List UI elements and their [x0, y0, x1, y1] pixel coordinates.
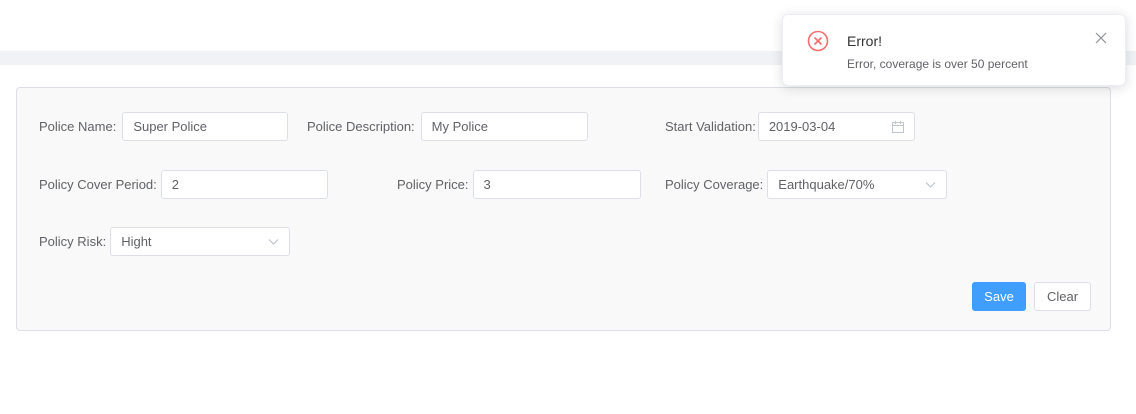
policy-risk-select[interactable]: Hight — [110, 227, 291, 256]
police-name-input[interactable]: Super Police — [122, 112, 289, 141]
police-description-value: My Police — [431, 119, 489, 134]
policy-form: Police Name: Super Police Police Descrip… — [16, 87, 1111, 331]
police-description-input[interactable]: My Police — [420, 112, 588, 141]
start-validation-value: 2019-03-04 — [768, 119, 836, 134]
policy-cover-period-value: 2 — [171, 177, 180, 192]
policy-cover-period-input[interactable]: 2 — [160, 170, 328, 199]
chevron-down-icon — [268, 239, 279, 245]
policy-cover-period-label: Policy Cover Period: — [39, 177, 157, 192]
police-name-label: Police Name: — [39, 119, 117, 134]
calendar-icon — [891, 121, 904, 133]
policy-price-value: 3 — [483, 177, 491, 192]
policy-coverage-value: Earthquake/70% — [778, 177, 875, 192]
error-notification: Error! Error, coverage is over 50 percen… — [782, 14, 1126, 86]
policy-price-field: Policy Price: 3 — [397, 170, 641, 199]
policy-coverage-select[interactable]: Earthquake/70% — [767, 170, 948, 199]
save-button[interactable]: Save — [972, 282, 1026, 311]
clear-button[interactable]: Clear — [1034, 282, 1091, 311]
policy-cover-period-field: Policy Cover Period: 2 — [39, 170, 328, 199]
notification-message: Error, coverage is over 50 percent — [847, 57, 1028, 71]
chevron-down-icon — [925, 182, 936, 188]
error-circle-icon — [807, 30, 829, 52]
close-icon[interactable] — [1095, 32, 1107, 44]
police-name-value: Super Police — [133, 119, 208, 134]
policy-price-label: Policy Price: — [397, 177, 469, 192]
notification-title: Error! — [847, 33, 882, 49]
police-name-field: Police Name: Super Police — [39, 112, 289, 141]
policy-coverage-label: Policy Coverage: — [665, 177, 764, 192]
police-description-field: Police Description: My Police — [307, 112, 588, 141]
start-validation-field: Start Validation: 2019-03-04 — [665, 112, 915, 141]
policy-risk-label: Policy Risk: — [39, 234, 107, 249]
police-description-label: Police Description: — [307, 119, 415, 134]
start-validation-label: Start Validation: — [665, 119, 756, 134]
policy-risk-field: Policy Risk: Hight — [39, 227, 291, 256]
policy-risk-value: Hight — [121, 234, 152, 249]
policy-price-input[interactable]: 3 — [472, 170, 641, 199]
start-validation-date-picker[interactable]: 2019-03-04 — [757, 112, 915, 141]
policy-coverage-field: Policy Coverage: Earthquake/70% — [665, 170, 948, 199]
